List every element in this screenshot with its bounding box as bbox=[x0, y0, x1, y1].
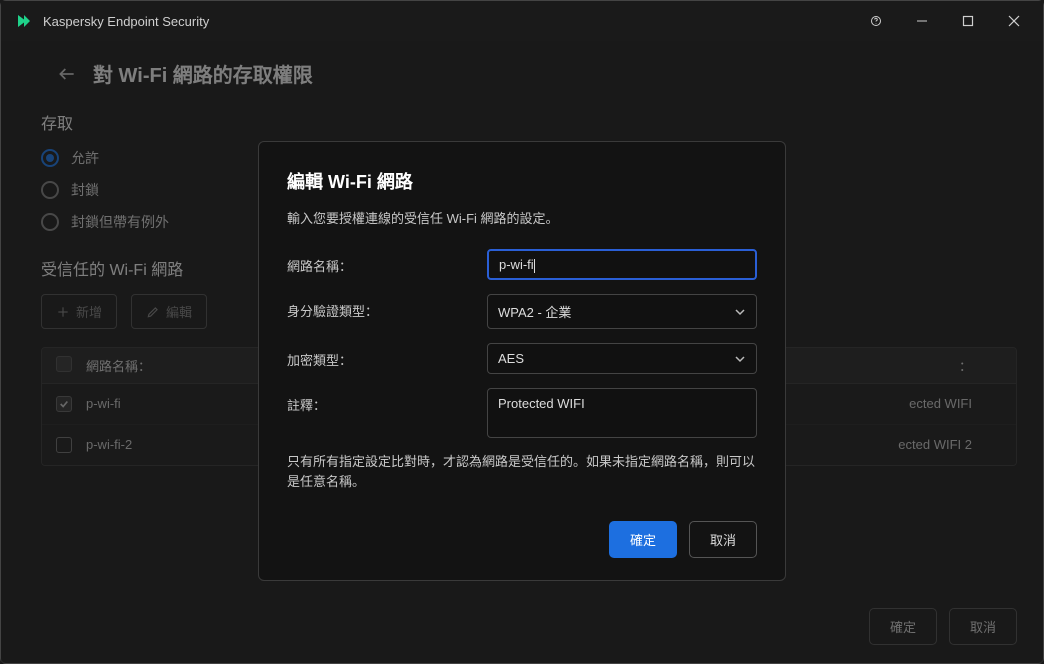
app-logo-icon bbox=[15, 12, 33, 30]
comment-textarea[interactable]: Protected WIFI bbox=[487, 388, 757, 438]
enc-type-value: AES bbox=[498, 351, 524, 366]
modal-title: 編輯 Wi-Fi 網路 bbox=[287, 168, 757, 194]
label-network-name: 網路名稱： bbox=[287, 249, 487, 275]
chevron-down-icon bbox=[734, 353, 746, 365]
chevron-down-icon bbox=[734, 306, 746, 318]
close-button[interactable] bbox=[991, 1, 1037, 41]
modal-cancel-button[interactable]: 取消 bbox=[689, 521, 757, 558]
modal-ok-button[interactable]: 確定 bbox=[609, 521, 677, 558]
label-comment: 註釋： bbox=[287, 388, 487, 414]
maximize-button[interactable] bbox=[945, 1, 991, 41]
modal-note: 只有所有指定設定比對時，才認為網路是受信任的。如果未指定網路名稱，則可以是任意名… bbox=[287, 452, 757, 491]
auth-type-value: WPA2 - 企業 bbox=[498, 302, 571, 321]
comment-value: Protected WIFI bbox=[498, 396, 585, 411]
auth-type-select[interactable]: WPA2 - 企業 bbox=[487, 294, 757, 329]
app-window: Kaspersky Endpoint Security 對 Wi-Fi 網路的存… bbox=[0, 0, 1044, 664]
modal-subtitle: 輸入您要授權連線的受信任 Wi-Fi 網路的設定。 bbox=[287, 208, 757, 227]
enc-type-select[interactable]: AES bbox=[487, 343, 757, 374]
app-title: Kaspersky Endpoint Security bbox=[43, 14, 853, 29]
label-auth-type: 身分驗證類型： bbox=[287, 294, 487, 320]
modal-footer: 確定 取消 bbox=[287, 521, 757, 558]
help-button[interactable] bbox=[853, 1, 899, 41]
edit-wifi-modal: 編輯 Wi-Fi 網路 輸入您要授權連線的受信任 Wi-Fi 網路的設定。 網路… bbox=[258, 141, 786, 581]
label-enc-type: 加密類型： bbox=[287, 343, 487, 369]
minimize-button[interactable] bbox=[899, 1, 945, 41]
modal-overlay: 編輯 Wi-Fi 網路 輸入您要授權連線的受信任 Wi-Fi 網路的設定。 網路… bbox=[1, 41, 1043, 663]
network-name-input[interactable]: p-wi-fi bbox=[487, 249, 757, 280]
titlebar: Kaspersky Endpoint Security bbox=[1, 1, 1043, 41]
network-name-value: p-wi-fi bbox=[499, 257, 534, 272]
